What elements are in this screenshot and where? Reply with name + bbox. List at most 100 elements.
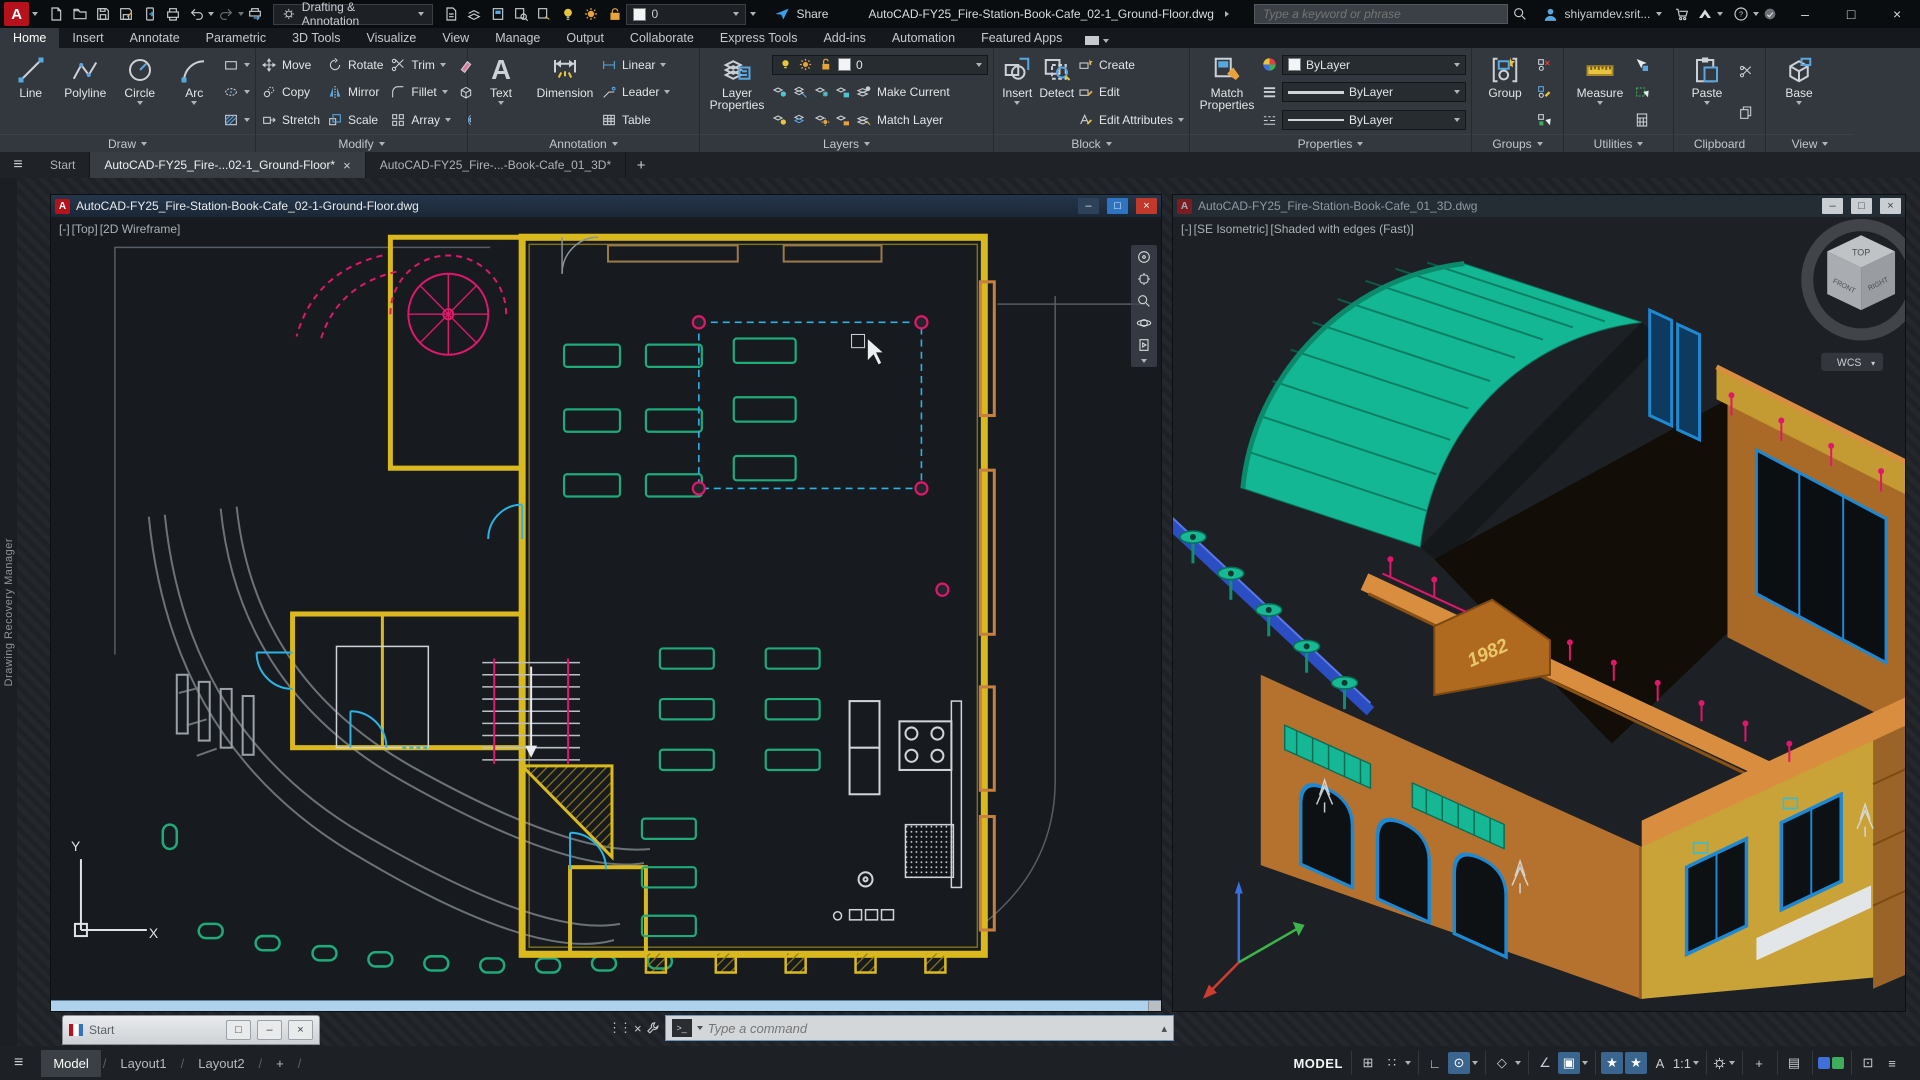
viewport-style-control[interactable]: [2D Wireframe] <box>100 222 181 236</box>
group-button[interactable]: Group <box>1477 51 1533 134</box>
insert-block-button[interactable]: Insert <box>999 51 1035 134</box>
polar-caret-icon[interactable] <box>1472 1061 1478 1065</box>
doc-minimize-button[interactable]: – <box>1078 198 1099 214</box>
qat-customize-caret-icon[interactable] <box>750 12 756 16</box>
ellipse-tool-button[interactable] <box>223 82 250 103</box>
new-file-button[interactable] <box>44 3 67 25</box>
autocad-app-menu-icon[interactable]: A <box>4 2 29 26</box>
redo-button[interactable] <box>214 3 237 25</box>
viewport-minus-control[interactable]: [-] <box>59 222 70 236</box>
workspace-gear-icon[interactable] <box>1712 1056 1727 1071</box>
viewport-style-control-3d[interactable]: [Shaded with edges (Fast)] <box>1270 222 1413 236</box>
command-caret-icon[interactable] <box>697 1026 703 1030</box>
linear-dimension-button[interactable]: Linear <box>601 54 670 75</box>
object-snap-toggle[interactable]: ▣ <box>1558 1052 1580 1074</box>
ribbon-tab-automation[interactable]: Automation <box>879 28 968 48</box>
command-history-up-icon[interactable]: ▴ <box>1161 1022 1167 1035</box>
draw-panel-label[interactable]: Draw <box>0 134 255 152</box>
hatch-tool-button[interactable] <box>223 110 250 131</box>
window-minimize-button[interactable]: – <box>1782 0 1828 28</box>
ribbon-tab-collaborate[interactable]: Collaborate <box>617 28 707 48</box>
new-layout-button[interactable]: + <box>264 1050 296 1077</box>
snap-caret-icon[interactable] <box>1405 1061 1411 1065</box>
window-maximize-button[interactable]: □ <box>1828 0 1874 28</box>
customization-menu-icon[interactable]: ≡ <box>1881 1052 1903 1074</box>
layer-sun-icon[interactable] <box>580 3 603 25</box>
app-store-cart-icon[interactable] <box>1670 3 1693 25</box>
health-dashboard-icon[interactable] <box>1759 3 1782 25</box>
trusted-dwg-badge-icon[interactable] <box>1832 1057 1844 1069</box>
ribbon-tab-annotate[interactable]: Annotate <box>117 28 193 48</box>
command-close-icon[interactable]: × <box>634 1021 642 1036</box>
navbar-caret-icon[interactable] <box>1141 359 1147 363</box>
workspace-switcher[interactable]: Drafting & Annotation <box>273 4 433 25</box>
ribbon-tab-visualize[interactable]: Visualize <box>354 28 430 48</box>
autodesk-caret-icon[interactable] <box>1717 12 1723 16</box>
ribbon-tab-express-tools[interactable]: Express Tools <box>707 28 811 48</box>
fillet-button[interactable]: Fillet <box>390 82 451 103</box>
edit-attributes-button[interactable]: Edit Attributes <box>1078 110 1184 131</box>
sheet-set-button[interactable] <box>439 3 462 25</box>
detect-block-button[interactable]: Detect <box>1038 51 1074 134</box>
group-selection-button[interactable] <box>1536 110 1552 131</box>
viewport-view-control-3d[interactable]: [SE Isometric] <box>1194 222 1269 236</box>
isodraft-caret-icon[interactable] <box>1515 1061 1521 1065</box>
navigation-bar[interactable] <box>1131 245 1157 367</box>
lineweight-dropdown[interactable]: ByLayer <box>1282 82 1466 102</box>
groups-panel-label[interactable]: Groups <box>1472 134 1563 152</box>
edit-block-button[interactable]: Edit <box>1078 82 1184 103</box>
ribbon-tab-view[interactable]: View <box>429 28 482 48</box>
utilities-panel-label[interactable]: Utilities <box>1564 134 1673 152</box>
save-as-button[interactable] <box>115 3 138 25</box>
help-icon[interactable]: ? <box>1729 3 1752 25</box>
doc3d-maximize-button[interactable]: □ <box>1851 198 1872 214</box>
mirror-button[interactable]: Mirror <box>327 82 383 103</box>
search-icon[interactable] <box>1508 3 1531 25</box>
drawing-window-2d-titlebar[interactable]: A AutoCAD-FY25_Fire-Station-Book-Cafe_02… <box>51 195 1161 217</box>
block-panel-label[interactable]: Block <box>994 134 1189 152</box>
scale-button[interactable]: Scale <box>327 110 383 131</box>
ribbon-tab-3d-tools[interactable]: 3D Tools <box>279 28 353 48</box>
command-input[interactable] <box>708 1021 1157 1036</box>
base-view-button[interactable]: Base <box>1771 51 1827 134</box>
quick-select-button[interactable] <box>1634 54 1650 75</box>
ribbon-tab-manage[interactable]: Manage <box>482 28 553 48</box>
start-minimize-button[interactable]: – <box>257 1020 282 1040</box>
annotation-scale-icon[interactable]: A <box>1649 1052 1671 1074</box>
viewport-view-control[interactable]: [Top] <box>72 222 98 236</box>
model-tab[interactable]: Model <box>41 1050 100 1077</box>
command-wrench-icon[interactable] <box>646 1021 661 1036</box>
object-color-dropdown[interactable]: ByLayer <box>1282 55 1466 75</box>
ungroup-button[interactable] <box>1536 54 1552 75</box>
polar-tracking-toggle[interactable]: ⊙ <box>1448 1052 1470 1074</box>
title-expand-caret-icon[interactable] <box>1225 11 1229 17</box>
qat-layer-dropdown[interactable]: 0 <box>626 4 746 25</box>
paste-button[interactable]: Paste <box>1679 51 1735 134</box>
graphics-performance-badge-icon[interactable] <box>1818 1057 1830 1069</box>
share-button[interactable]: Share <box>774 6 828 22</box>
start-tab[interactable]: Start <box>36 152 90 178</box>
line-button[interactable]: Line <box>5 51 57 134</box>
match-layer-button[interactable]: Match Layer <box>772 110 988 131</box>
signed-in-user[interactable]: shiyamdev.srit... <box>1542 6 1663 23</box>
viewport-minus-control-3d[interactable]: [-] <box>1181 222 1192 236</box>
properties-panel-label[interactable]: Properties <box>1190 134 1471 152</box>
group-edit-button[interactable] <box>1536 82 1552 103</box>
move-button[interactable]: Move <box>261 54 320 75</box>
window-close-button[interactable]: × <box>1874 0 1920 28</box>
quick-calculator-button[interactable] <box>1634 110 1650 131</box>
match-properties-button[interactable]: Match Properties <box>1195 51 1259 134</box>
layout2-tab[interactable]: Layout2 <box>186 1050 256 1077</box>
rotate-button[interactable]: Rotate <box>327 54 383 75</box>
clipboard-panel-label[interactable]: Clipboard <box>1674 134 1765 152</box>
batch-plot-button[interactable] <box>244 3 267 25</box>
layout1-tab[interactable]: Layout1 <box>108 1050 178 1077</box>
rectangle-tool-button[interactable] <box>223 54 250 75</box>
annotation-autoscale-toggle[interactable]: ★ <box>1625 1052 1647 1074</box>
create-block-button[interactable]: Create <box>1078 54 1184 75</box>
model-canvas-3d[interactable]: [-] [SE Isometric] [Shaded with edges (F… <box>1173 217 1905 1011</box>
ribbon-tab-featured-apps[interactable]: Featured Apps <box>968 28 1075 48</box>
file-tab-3d[interactable]: AutoCAD-FY25_Fire-...-Book-Cafe_01_3D* <box>366 152 626 178</box>
model-space-badge[interactable]: MODEL <box>1293 1056 1342 1071</box>
dimension-button[interactable]: Dimension <box>532 51 598 134</box>
